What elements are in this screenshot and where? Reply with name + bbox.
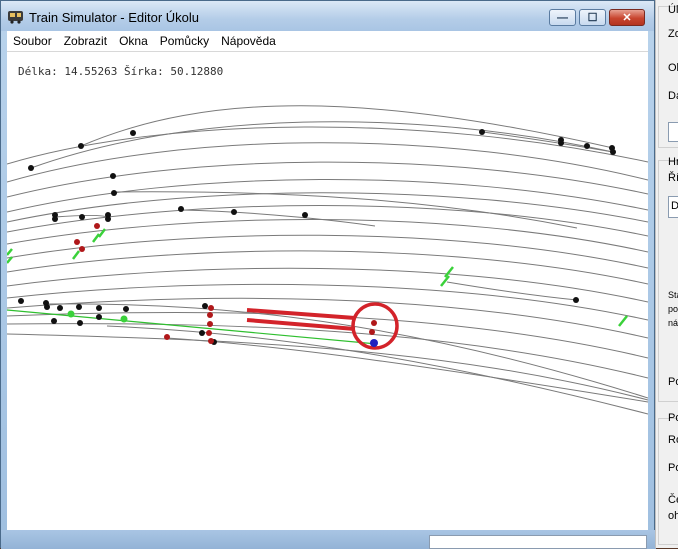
train-app-icon	[8, 11, 23, 24]
side-dropdown-value: D	[671, 200, 678, 212]
side-label: Ro	[668, 434, 678, 446]
bottom-field[interactable]	[429, 535, 647, 549]
menu-bar: Soubor Zobrazit Okna Pomůcky Nápověda	[7, 31, 648, 52]
side-button[interactable]	[668, 122, 678, 142]
track-lines	[7, 105, 648, 415]
side-label: Po	[668, 376, 678, 388]
track-map[interactable]	[7, 52, 648, 530]
side-label: Da	[668, 90, 678, 102]
side-label: Če	[668, 494, 678, 506]
close-icon: ✕	[622, 12, 632, 24]
side-label: Sta	[668, 290, 678, 300]
close-button[interactable]: ✕	[609, 9, 645, 26]
maximize-button[interactable]: ☐	[579, 9, 606, 26]
side-label: Po	[668, 412, 678, 424]
selection-highlight	[246, 302, 399, 350]
menu-napoveda[interactable]: Nápověda	[215, 34, 282, 48]
side-label: Úl	[668, 4, 678, 16]
side-label: Zo	[668, 28, 678, 40]
map-canvas[interactable]: Délka: 14.55263 Šírka: 50.12880	[7, 52, 648, 530]
minimize-button[interactable]: —	[549, 9, 576, 26]
side-dropdown[interactable]: D	[668, 196, 678, 218]
side-label: po	[668, 304, 678, 314]
side-dialog: Úl Zo Ob Da Hr Říz D Sta po ná Po Po Ro …	[655, 0, 678, 548]
side-label: Po	[668, 462, 678, 474]
menu-pomucky[interactable]: Pomůcky	[154, 34, 215, 48]
menu-okna[interactable]: Okna	[113, 34, 154, 48]
side-label: Říz	[668, 172, 678, 184]
title-bar[interactable]: Train Simulator - Editor Úkolu — ☐ ✕	[1, 1, 654, 31]
maximize-icon: ☐	[587, 12, 598, 24]
side-label: Hr	[668, 156, 678, 168]
menu-zobrazit[interactable]: Zobrazit	[58, 34, 113, 48]
side-label: Ob	[668, 62, 678, 74]
editor-window: Train Simulator - Editor Úkolu — ☐ ✕ Sou…	[0, 0, 656, 549]
side-label: ná	[668, 318, 678, 328]
green-markers	[7, 228, 628, 327]
side-label: oh	[668, 510, 678, 522]
window-title: Train Simulator - Editor Úkolu	[29, 10, 200, 25]
minimize-icon: —	[557, 11, 568, 24]
menu-soubor[interactable]: Soubor	[7, 34, 58, 48]
